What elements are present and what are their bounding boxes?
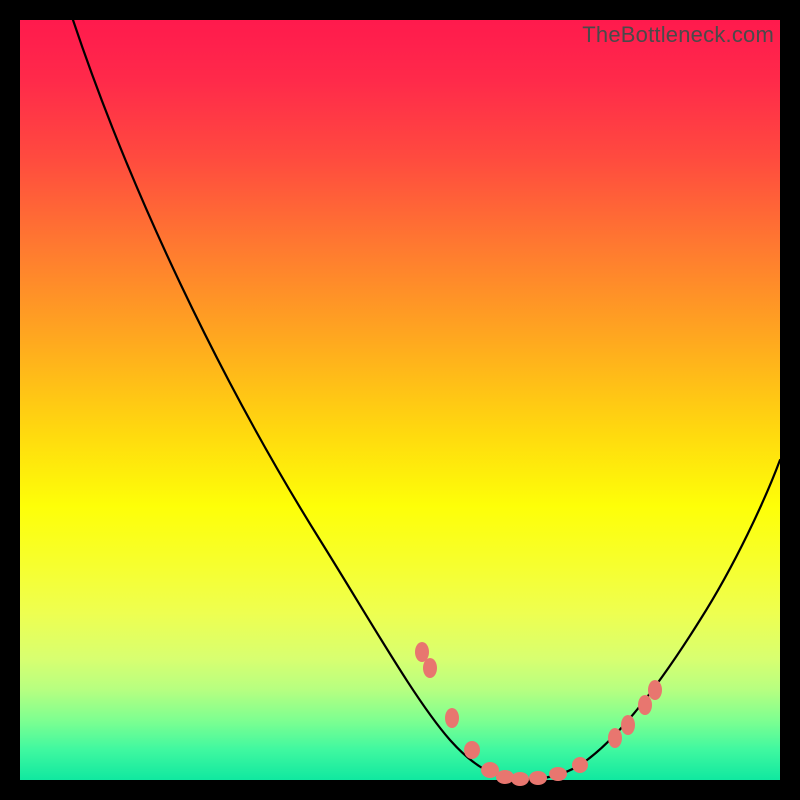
marker-dot (423, 658, 437, 678)
marker-dot (549, 767, 567, 781)
marker-dot (529, 771, 547, 785)
marker-dot (648, 680, 662, 700)
chart-frame: TheBottleneck.com (20, 20, 780, 780)
marker-dot (445, 708, 459, 728)
marker-dot (638, 695, 652, 715)
marker-dot (511, 772, 529, 786)
marker-dot (572, 757, 588, 773)
watermark-text: TheBottleneck.com (582, 22, 774, 48)
marker-dot (608, 728, 622, 748)
bottleneck-curve (20, 20, 780, 780)
marker-dot (621, 715, 635, 735)
marker-dot (496, 770, 514, 784)
marker-dot (415, 642, 429, 662)
marker-group (415, 642, 662, 786)
marker-dot (464, 741, 480, 759)
